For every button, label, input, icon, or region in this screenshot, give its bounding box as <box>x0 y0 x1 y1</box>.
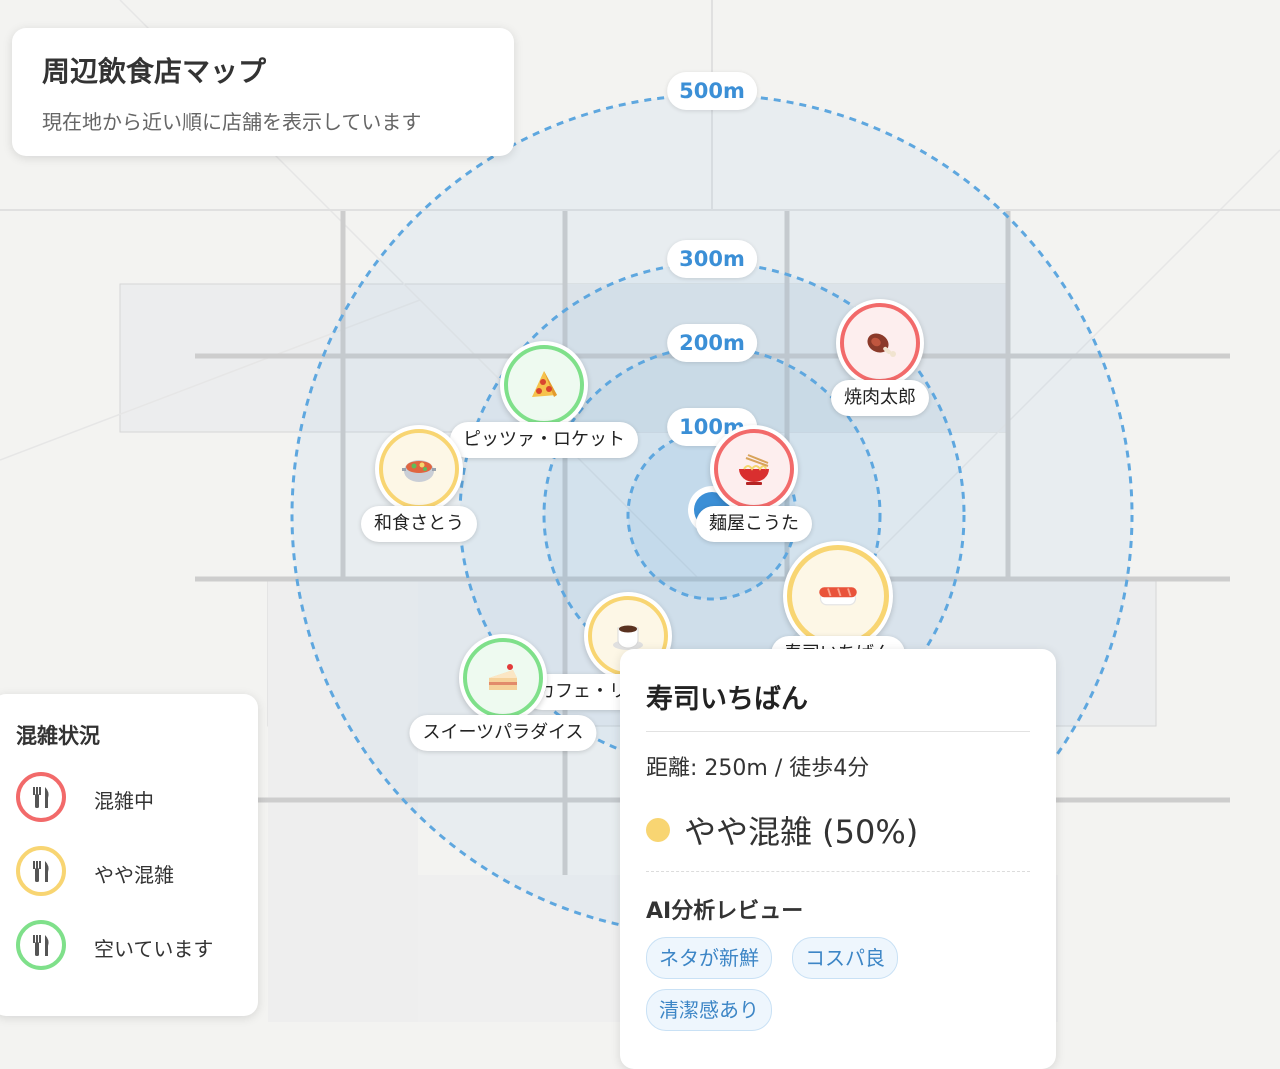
popup-restaurant-name: 寿司いちばん <box>646 684 808 715</box>
restaurant-label-pizza[interactable]: ピッツァ・ロケット <box>450 422 638 458</box>
crowd-legend: 混雑状況 混雑中 やや混雑 空いています <box>0 694 258 1016</box>
legend-label-available: 空いています <box>94 937 214 961</box>
popup-distance: 距離: 250m / 徒歩4分 <box>646 756 870 781</box>
restaurant-marker-sushi[interactable] <box>783 541 893 651</box>
crowd-status-dot <box>646 818 670 842</box>
restaurant-marker-yakiniku[interactable] <box>836 299 924 387</box>
legend-item-available: 空いています <box>16 920 246 976</box>
utensils-icon <box>16 846 66 896</box>
popup-review-title: AI分析レビュー <box>646 899 804 924</box>
restaurant-label-washoku[interactable]: 和食さとう <box>361 506 477 542</box>
review-tag[interactable]: コスパ良 <box>792 937 898 979</box>
restaurant-label-sweets[interactable]: スイーツパラダイス <box>409 715 597 751</box>
review-tag[interactable]: ネタが新鮮 <box>646 937 772 979</box>
restaurant-label-ramen[interactable]: 麺屋こうた <box>696 506 812 542</box>
ramen-icon <box>739 454 769 485</box>
utensils-icon <box>16 772 66 822</box>
hotpot-icon <box>402 460 436 482</box>
legend-title: 混雑状況 <box>16 724 100 748</box>
legend-item-moderate: やや混雑 <box>16 846 246 902</box>
popup-crowd-status: やや混雑 (50%) <box>646 807 918 853</box>
title-card: 周辺飲食店マップ 現在地から近い順に店舗を表示しています <box>12 28 514 156</box>
restaurant-marker-pizza[interactable] <box>500 341 588 429</box>
ring-label-300m: 300m <box>667 240 757 278</box>
legend-item-busy: 混雑中 <box>16 772 246 828</box>
page-subtitle: 現在地から近い順に店舗を表示しています <box>42 110 422 134</box>
legend-label-busy: 混雑中 <box>94 789 154 813</box>
restaurant-marker-sweets[interactable] <box>459 634 547 722</box>
page-title: 周辺飲食店マップ <box>42 55 267 88</box>
restaurant-detail-popup: 寿司いちばん 距離: 250m / 徒歩4分 やや混雑 (50%) AI分析レビ… <box>620 649 1056 1069</box>
ring-label-500m: 500m <box>667 72 757 110</box>
restaurant-marker-washoku[interactable] <box>375 425 463 513</box>
popup-divider-dashed <box>646 871 1030 872</box>
pizza-icon <box>532 371 557 397</box>
legend-label-moderate: やや混雑 <box>94 863 174 887</box>
review-tag[interactable]: 清潔感あり <box>646 989 772 1031</box>
restaurant-label-yakiniku[interactable]: 焼肉太郎 <box>831 380 929 416</box>
ring-label-200m: 200m <box>667 324 757 362</box>
cake-icon <box>489 664 517 690</box>
popup-crowd-text: やや混雑 (50%) <box>684 813 919 851</box>
meat-icon <box>867 333 896 357</box>
popup-divider <box>646 731 1030 732</box>
restaurant-marker-ramen[interactable] <box>710 425 798 513</box>
utensils-icon <box>16 920 66 970</box>
sushi-icon <box>819 587 857 606</box>
